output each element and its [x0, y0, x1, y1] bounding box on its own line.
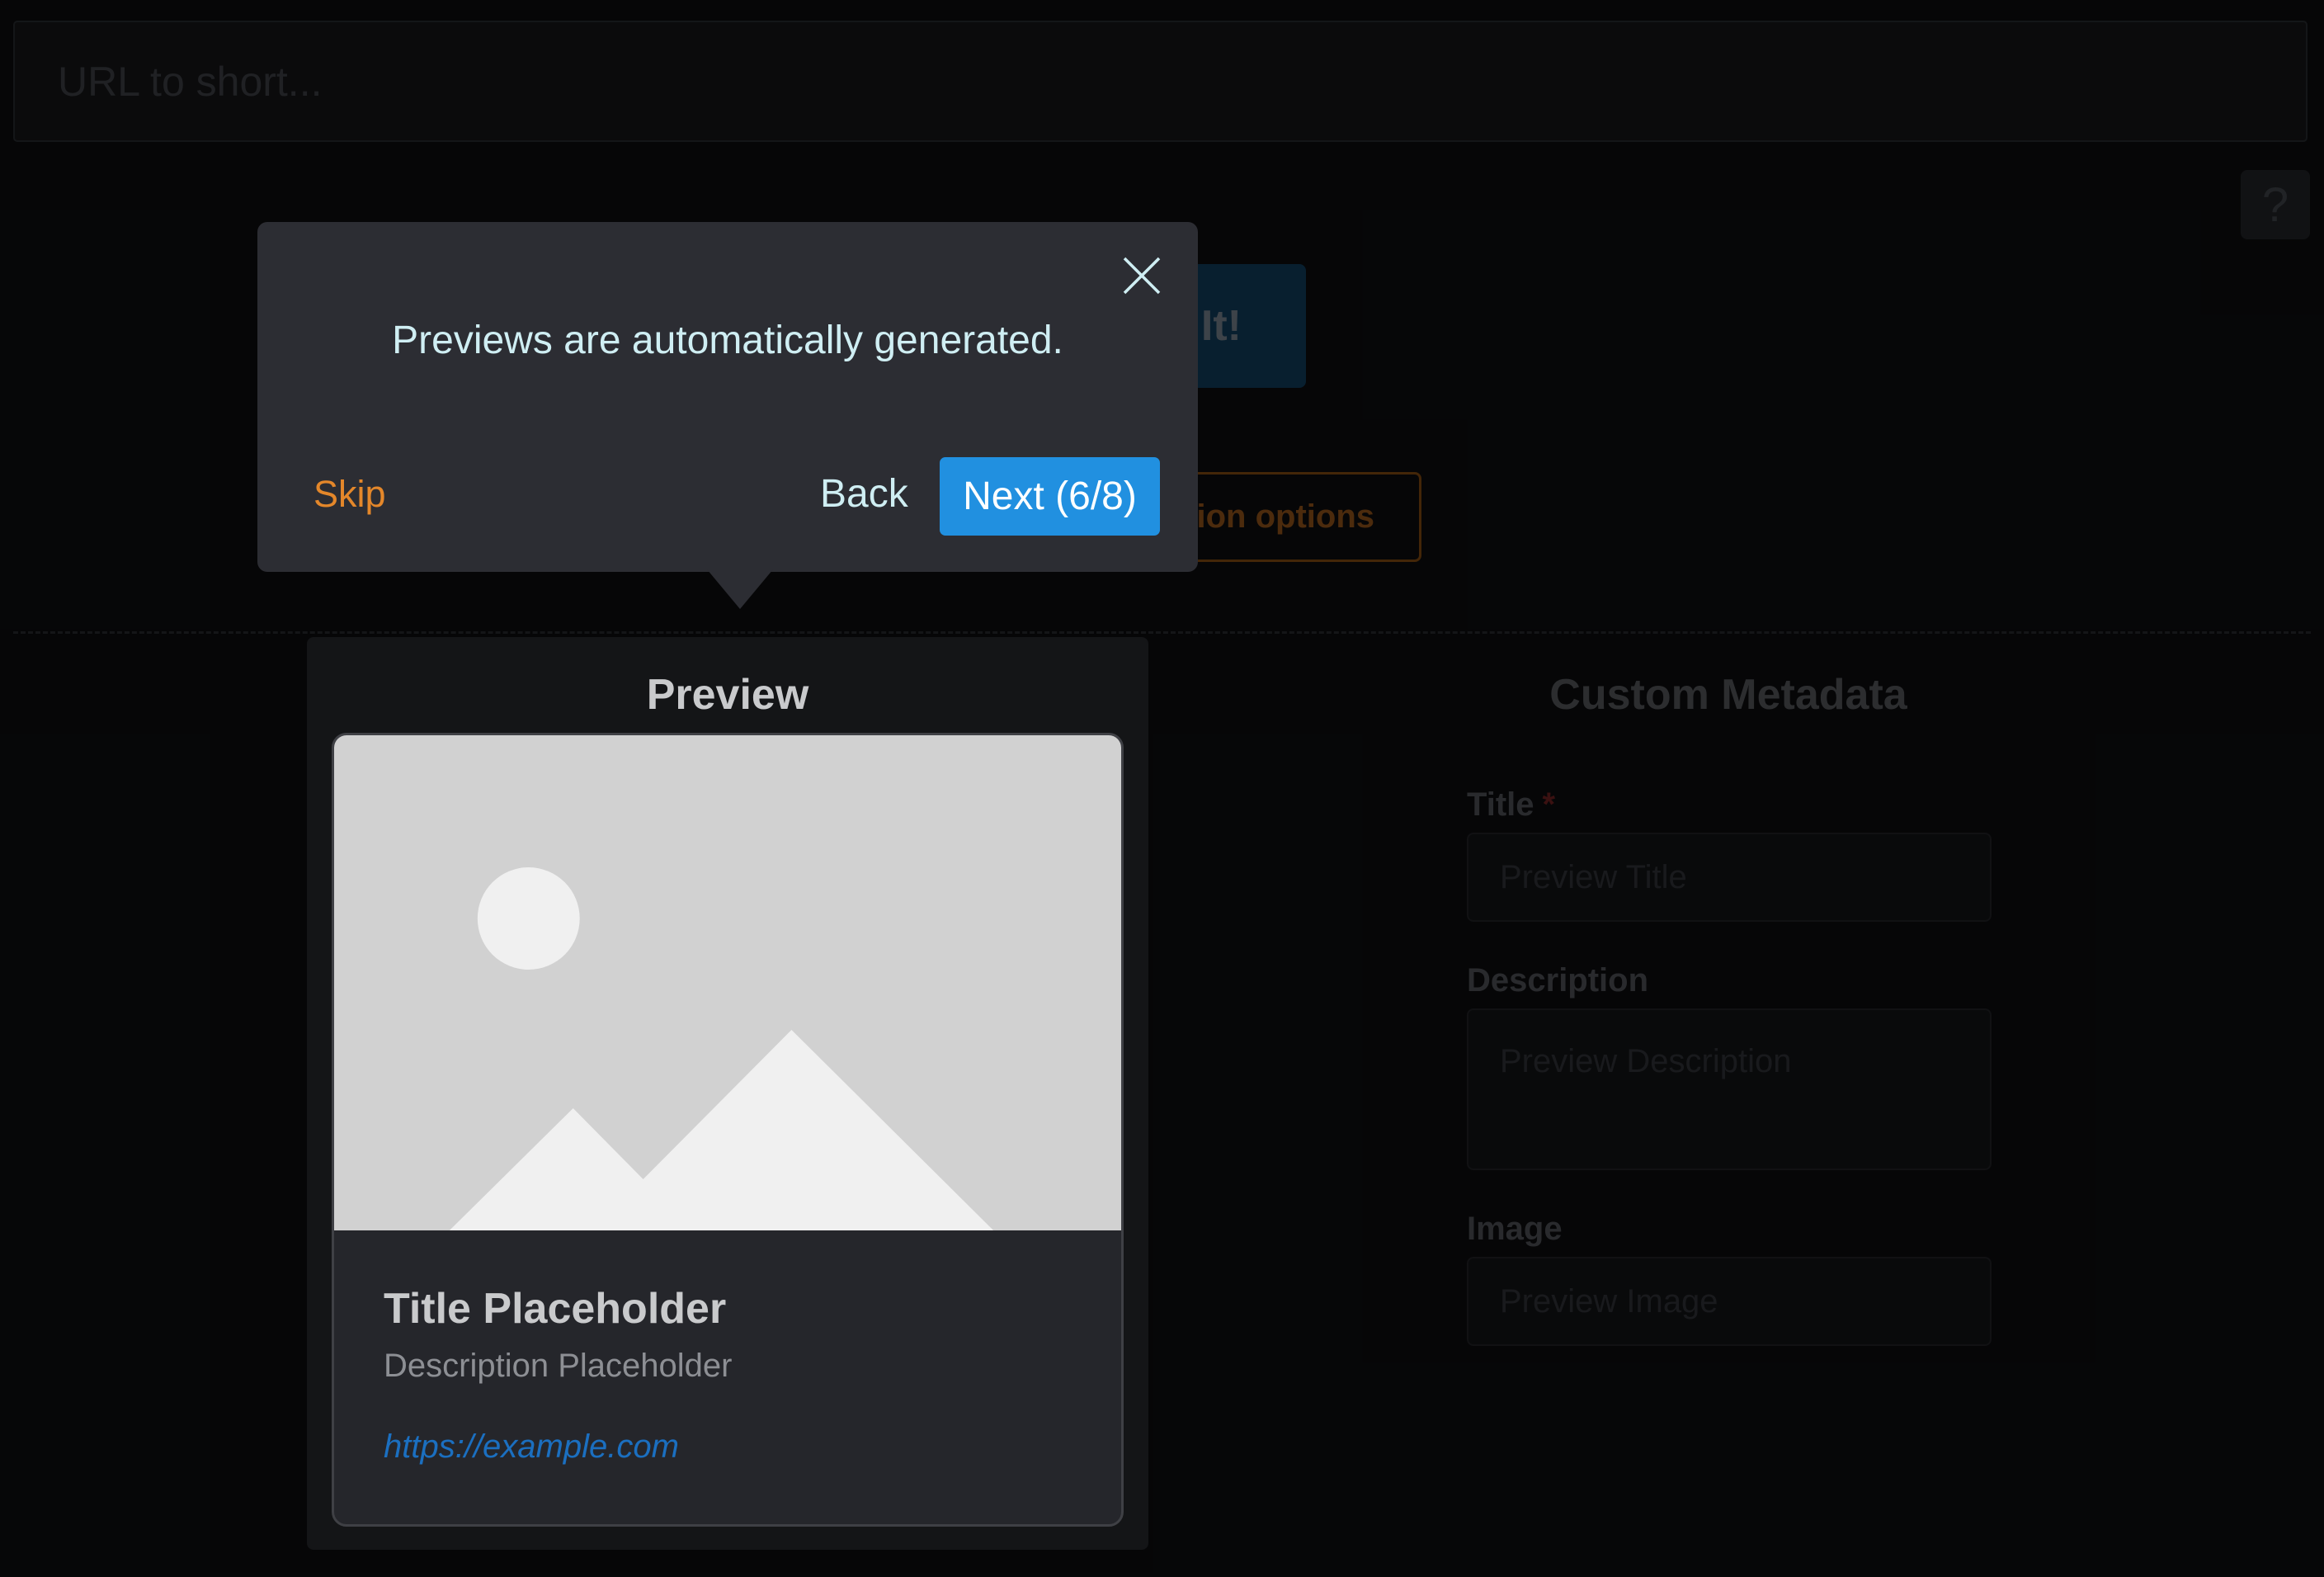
shorten-button-label: It!	[1200, 302, 1242, 350]
section-divider	[13, 631, 2311, 634]
tour-next-button[interactable]: Next (6/8)	[940, 457, 1160, 536]
required-marker: *	[1542, 786, 1556, 823]
tour-message: Previews are automatically generated.	[392, 319, 1063, 362]
title-field-label: Title *	[1467, 786, 1555, 824]
help-button[interactable]: ?	[2241, 170, 2310, 239]
advanced-options-label: tion options	[1186, 498, 1374, 535]
preview-card: Title Placeholder Description Placeholde…	[332, 733, 1124, 1527]
description-field-label: Description	[1467, 962, 1649, 999]
popover-arrow	[707, 569, 773, 609]
preview-title-input[interactable]	[1468, 834, 1990, 920]
description-field-wrapper	[1467, 1008, 1992, 1170]
preview-panel: Preview Title Placeholder Description Pl…	[307, 637, 1148, 1550]
image-field-label: Image	[1467, 1211, 1563, 1247]
card-description: Description Placeholder	[384, 1348, 733, 1384]
title-field-wrapper	[1467, 833, 1992, 922]
title-label-text: Title	[1467, 786, 1534, 823]
preview-heading: Preview	[646, 671, 809, 719]
tour-popover: Previews are automatically generated. Sk…	[257, 222, 1198, 572]
image-field-wrapper	[1467, 1257, 1992, 1346]
card-title: Title Placeholder	[384, 1285, 727, 1333]
close-icon[interactable]	[1120, 253, 1164, 298]
image-placeholder-icon	[334, 735, 1121, 1230]
url-input[interactable]	[15, 22, 2306, 140]
tour-skip-button[interactable]: Skip	[313, 473, 386, 516]
preview-description-input[interactable]	[1468, 1010, 1990, 1169]
preview-image-input[interactable]	[1468, 1258, 1990, 1344]
custom-metadata-heading: Custom Metadata	[1549, 671, 1907, 719]
url-input-wrapper	[13, 21, 2308, 142]
card-url-link[interactable]: https://example.com	[384, 1428, 679, 1466]
tour-back-button[interactable]: Back	[820, 471, 908, 517]
